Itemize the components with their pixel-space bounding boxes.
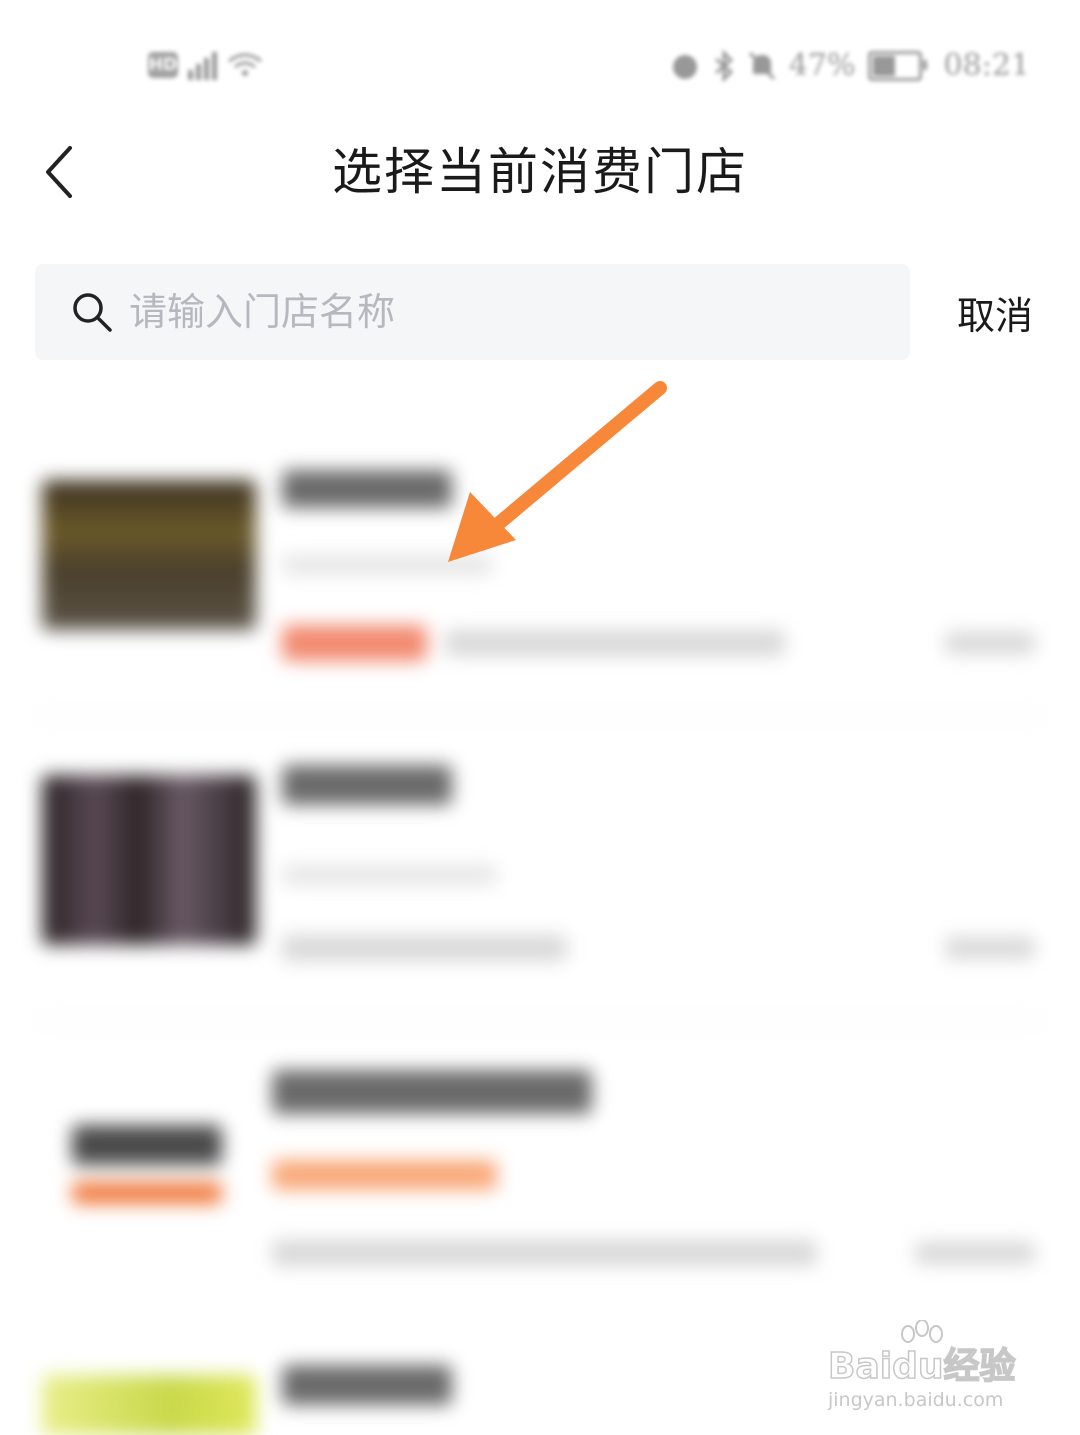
alarm-icon bbox=[672, 54, 697, 79]
store-tag-badge bbox=[282, 625, 427, 661]
store-name-placeholder bbox=[272, 1070, 592, 1114]
store-promo-placeholder bbox=[445, 630, 785, 656]
store-logo-text bbox=[72, 1125, 222, 1165]
signal-icon bbox=[188, 50, 217, 80]
store-promo-placeholder bbox=[272, 1240, 817, 1266]
store-distance-placeholder bbox=[945, 937, 1035, 959]
store-name-placeholder bbox=[282, 1365, 452, 1405]
store-thumbnail bbox=[42, 775, 256, 945]
store-thumbnail bbox=[42, 1375, 256, 1435]
wifi-icon bbox=[228, 53, 262, 76]
battery-icon bbox=[867, 50, 927, 81]
page-title: 选择当前消费门店 bbox=[332, 143, 748, 201]
store-distance-placeholder bbox=[945, 632, 1035, 654]
search-input[interactable] bbox=[127, 289, 831, 335]
store-promo-placeholder bbox=[282, 935, 567, 961]
store-address-placeholder bbox=[282, 865, 497, 885]
status-bar: HD 47% 08:21 bbox=[0, 0, 1080, 120]
divider bbox=[40, 715, 1040, 717]
store-item[interactable] bbox=[0, 755, 1080, 1015]
back-button[interactable] bbox=[30, 140, 90, 204]
search-box[interactable] bbox=[35, 264, 910, 360]
store-name-placeholder bbox=[282, 470, 452, 508]
store-item[interactable] bbox=[0, 1060, 1080, 1320]
store-distance-placeholder bbox=[915, 1242, 1035, 1264]
search-icon bbox=[71, 291, 113, 333]
chevron-left-icon bbox=[46, 146, 72, 198]
store-thumbnail bbox=[42, 480, 256, 630]
watermark-brand: Baidu经验 bbox=[828, 1346, 1015, 1387]
battery-percent: 47% bbox=[788, 48, 856, 83]
watermark-url: jingyan.baidu.com bbox=[827, 1389, 1003, 1411]
bluetooth-icon bbox=[714, 49, 734, 82]
store-logo-band bbox=[72, 1182, 222, 1204]
status-bar-left: HD bbox=[148, 50, 263, 80]
status-bar-right: 47% 08:21 bbox=[669, 48, 1030, 83]
hd-badge: HD bbox=[148, 52, 178, 78]
baidu-watermark: Baidu经验 jingyan.baidu.com bbox=[826, 1319, 1026, 1415]
divider bbox=[40, 1020, 1040, 1022]
mute-bell-icon bbox=[748, 51, 775, 80]
rating-stars-placeholder bbox=[272, 1160, 497, 1190]
store-name-placeholder bbox=[282, 765, 452, 805]
paw-logo-icon: Baidu经验 jingyan.baidu.com bbox=[827, 1319, 1016, 1411]
clock-time: 08:21 bbox=[943, 48, 1030, 83]
annotation-arrow-icon bbox=[448, 381, 667, 562]
cancel-button[interactable]: 取消 bbox=[930, 264, 1060, 360]
